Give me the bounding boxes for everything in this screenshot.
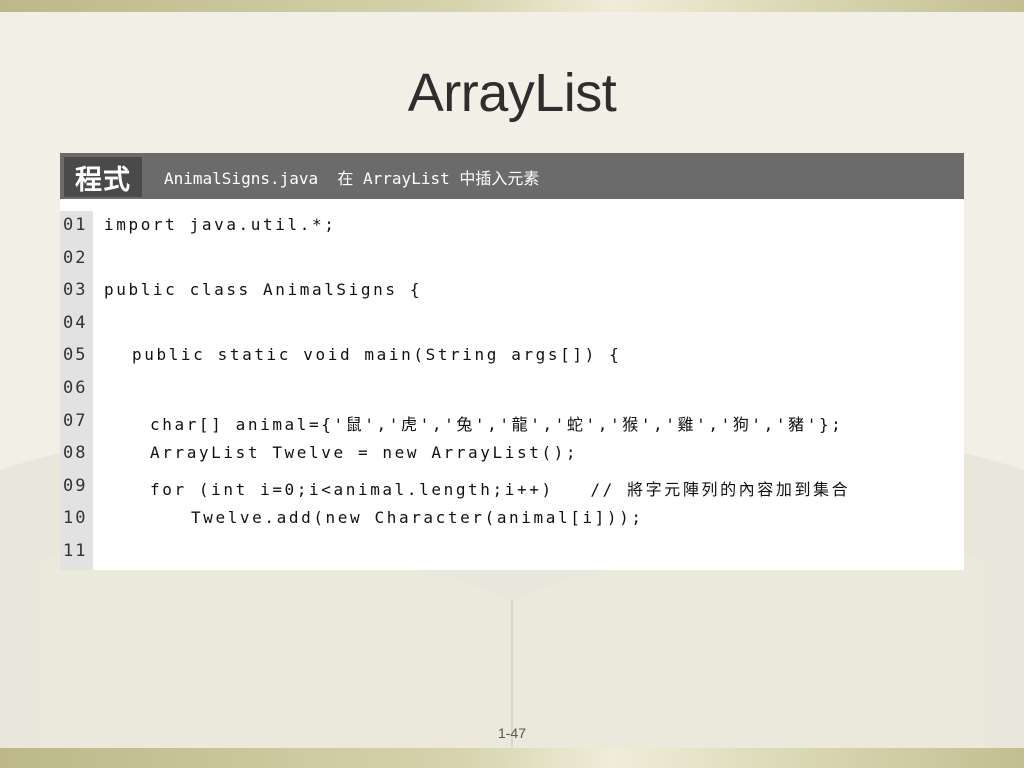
line-number: 07 [63, 410, 88, 431]
code-line: 04 [60, 309, 964, 341]
code-text: Twelve.add(new Character(animal[i])); [191, 508, 644, 528]
line-number: 11 [63, 541, 88, 561]
code-line: 02 [60, 244, 964, 276]
line-number: 05 [63, 345, 88, 366]
line-number: 08 [63, 443, 88, 464]
program-tag-label: 程式 [64, 157, 142, 197]
line-number: 03 [63, 280, 88, 301]
code-line: 01 import java.util.*; [60, 211, 964, 243]
code-line: 11 [60, 537, 964, 569]
code-line: 07 char[] animal={'鼠','虎','兔','龍','蛇','猴'… [60, 407, 964, 439]
code-line: 08 ArrayList Twelve = new ArrayList(); [60, 439, 964, 471]
page-number: 1-47 [497, 725, 527, 741]
line-number: 01 [63, 215, 88, 235]
code-line: 09 for (int i=0;i<animal.length;i++) // 將… [60, 472, 964, 504]
line-number: 02 [63, 247, 88, 268]
code-text: import java.util.*; [104, 215, 337, 234]
code-text: for (int i=0;i<animal.length;i++) // 將字元… [150, 479, 851, 499]
line-number: 09 [63, 475, 88, 496]
code-text: public static void main(String args[]) { [132, 345, 622, 365]
code-line: 05 public static void main(String args[])… [60, 341, 964, 373]
line-number: 06 [63, 378, 88, 398]
code-line: 10 Twelve.add(new Character(animal[i])); [60, 504, 964, 536]
line-number: 10 [63, 508, 88, 529]
line-number: 04 [63, 312, 88, 333]
code-text: char[] animal={'鼠','虎','兔','龍','蛇','猴','… [150, 414, 844, 434]
bottom-decor-band [0, 748, 1024, 768]
code-line: 03 public class AnimalSigns { [60, 276, 964, 308]
code-listing-panel: 程式 AnimalSigns.java 在 ArrayList 中插入元素 01… [60, 153, 964, 570]
code-header-bar: 程式 AnimalSigns.java 在 ArrayList 中插入元素 [60, 153, 964, 199]
code-line: 06 [60, 374, 964, 406]
code-text: public class AnimalSigns { [104, 280, 423, 300]
slide-title: ArrayList [407, 63, 617, 123]
code-caption: AnimalSigns.java 在 ArrayList 中插入元素 [164, 169, 540, 188]
code-text: ArrayList Twelve = new ArrayList(); [150, 443, 579, 463]
